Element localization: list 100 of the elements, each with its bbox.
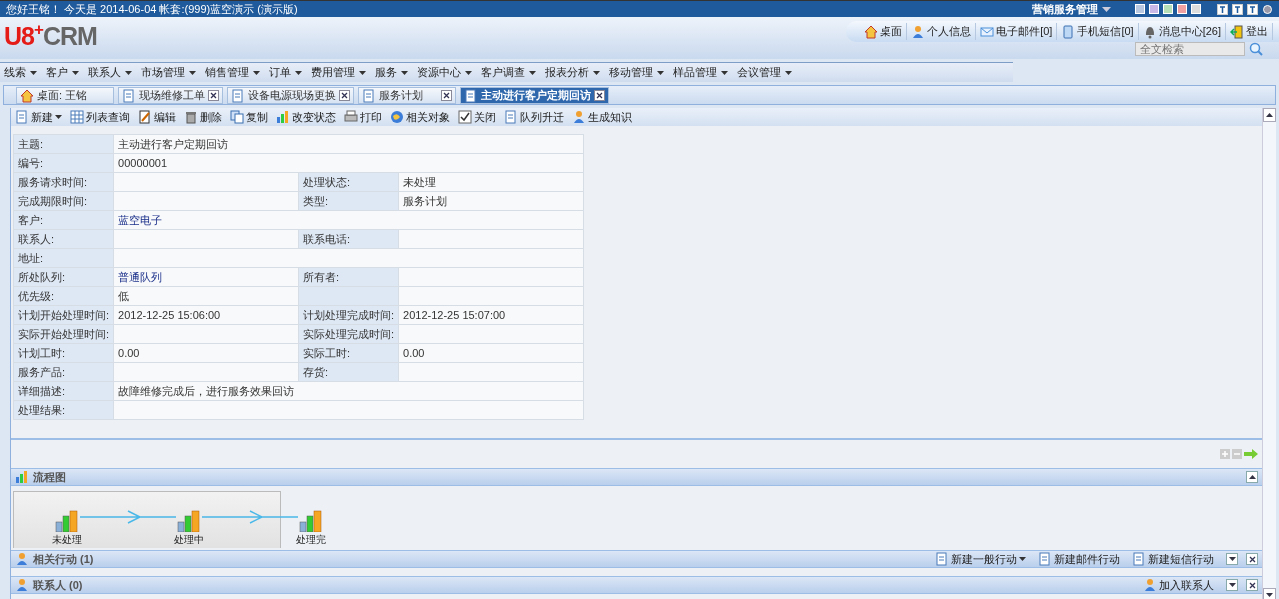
close-icon — [596, 92, 603, 99]
scrollbar[interactable] — [1262, 108, 1276, 599]
tab[interactable]: 服务计划 — [358, 87, 456, 104]
toolbar-button[interactable]: 复制 — [230, 108, 268, 126]
caret-icon — [529, 70, 536, 75]
menu-item[interactable]: 客户调查 — [481, 64, 536, 81]
caret-icon — [359, 70, 366, 75]
close-button[interactable] — [208, 90, 219, 101]
grid-icon — [70, 110, 84, 124]
menu-item[interactable]: 联系人 — [88, 64, 132, 81]
phone-icon — [1061, 24, 1076, 39]
arrow-icon — [1244, 449, 1258, 459]
menu-item[interactable]: 线索 — [4, 64, 37, 81]
theme-swatch[interactable] — [1135, 4, 1145, 14]
close-button[interactable] — [339, 90, 350, 101]
theme-swatch[interactable] — [1163, 4, 1173, 14]
action-button[interactable]: 加入联系人 — [1143, 576, 1214, 594]
tab[interactable]: 设备电源现场更换 — [227, 87, 354, 104]
expand-button[interactable] — [1226, 553, 1238, 565]
theme-swatch[interactable] — [1149, 4, 1159, 14]
menu-item[interactable]: 订单 — [269, 64, 302, 81]
menu-item[interactable]: 会议管理 — [737, 64, 792, 81]
field-value[interactable]: 蓝空电子 — [113, 210, 584, 230]
person-icon — [1143, 578, 1157, 592]
collapse-button[interactable] — [1246, 471, 1258, 483]
header-link[interactable]: 登出 — [1226, 23, 1273, 40]
field-value: 2012-12-25 15:06:00 — [113, 305, 299, 325]
tab[interactable]: 桌面: 王铭 — [16, 87, 114, 104]
header-link[interactable]: 电子邮件[0] — [976, 23, 1058, 40]
header-link[interactable]: 手机短信[0] — [1057, 23, 1139, 40]
close-icon — [1248, 581, 1256, 589]
section-header: 流程图 — [11, 468, 1262, 486]
scroll-up-icon — [1266, 113, 1273, 117]
document-icon — [1038, 552, 1052, 566]
header-link[interactable]: 个人信息 — [907, 23, 977, 40]
menu-item[interactable]: 样品管理 — [673, 64, 728, 81]
menu-item[interactable]: 市场管理 — [141, 64, 196, 81]
toolbar-button[interactable]: 打印 — [344, 108, 382, 126]
menu-item[interactable]: 客户 — [46, 64, 79, 81]
toolbar-button[interactable]: 生成知识 — [572, 108, 632, 126]
module-selector[interactable]: 营销服务管理 — [1032, 0, 1111, 18]
expand-button[interactable] — [1226, 579, 1238, 591]
field-value: 故障维修完成后，进行服务效果回访 — [113, 381, 584, 401]
action-button[interactable]: 新建邮件行动 — [1038, 550, 1120, 568]
caret-icon — [125, 70, 132, 75]
action-button[interactable]: 新建短信行动 — [1132, 550, 1214, 568]
toolbar-button[interactable]: 列表查询 — [70, 108, 130, 126]
bar-chart-icon — [177, 510, 201, 532]
document-icon — [362, 88, 376, 103]
copy-icon — [230, 110, 244, 124]
close-icon — [443, 92, 450, 99]
field-value: 00000001 — [113, 153, 584, 173]
header-link[interactable]: 消息中心[26] — [1138, 23, 1226, 40]
field-value: 主动进行客户定期回访 — [113, 134, 584, 154]
plus-icon — [1220, 449, 1230, 459]
toolbar-button[interactable]: 新建 — [15, 108, 62, 126]
toolbar-button[interactable]: 编辑 — [138, 108, 176, 126]
toolbar-button[interactable]: 队列升迁 — [504, 108, 564, 126]
theme-swatch[interactable] — [1191, 4, 1201, 14]
caret-icon — [1102, 6, 1111, 12]
document-icon — [1132, 552, 1146, 566]
menu-item[interactable]: 费用管理 — [311, 64, 366, 81]
field-value: 0.00 — [113, 343, 299, 363]
document-icon — [464, 88, 478, 103]
document-icon — [231, 88, 245, 103]
tab[interactable]: 主动进行客户定期回访 — [460, 87, 609, 104]
globe-icon — [390, 110, 404, 124]
printer-icon — [344, 110, 358, 124]
search-field[interactable]: 全文检索 — [1135, 42, 1245, 56]
tab[interactable]: 现场维修工单 — [118, 87, 223, 104]
toolbar-button[interactable]: 删除 — [184, 108, 222, 126]
greeting-text: 您好王铭！ 今天是 2014-06-04 帐套:(999)蓝空演示 (演示版) — [6, 1, 298, 17]
caret-icon — [295, 70, 302, 75]
person-icon — [15, 552, 29, 566]
close-button[interactable] — [441, 90, 452, 101]
toolbar-button[interactable]: 关闭 — [458, 108, 496, 126]
menu-item[interactable]: 移动管理 — [609, 64, 664, 81]
toolbar-button[interactable]: 改变状态 — [276, 108, 336, 126]
menu-item[interactable]: 销售管理 — [205, 64, 260, 81]
section-header: 相关行动 (1) 新建一般行动 新建邮件行动 新建短信行动 — [11, 550, 1262, 568]
header-link[interactable]: 桌面 — [860, 23, 908, 40]
person-icon — [911, 24, 926, 39]
caret-icon — [657, 70, 664, 75]
toolbar-button[interactable]: 相关对象 — [390, 108, 450, 126]
action-button[interactable]: 新建一般行动 — [935, 550, 1026, 568]
close-button[interactable] — [1246, 579, 1258, 591]
close-button[interactable] — [594, 90, 605, 101]
theme-swatch[interactable] — [1177, 4, 1187, 14]
menu-item[interactable]: 报表分析 — [545, 64, 600, 81]
field-value: 低 — [113, 286, 299, 306]
menu-item[interactable]: 服务 — [375, 64, 408, 81]
menu-item[interactable]: 资源中心 — [417, 64, 472, 81]
door-icon — [1230, 24, 1244, 39]
caret-icon — [785, 70, 792, 75]
envelope-icon — [980, 24, 995, 39]
collapse-icon — [1248, 475, 1256, 479]
field-value[interactable]: 普通队列 — [113, 267, 299, 287]
caret-icon — [253, 70, 260, 75]
field-value: 2012-12-25 15:07:00 — [398, 305, 584, 325]
close-button[interactable] — [1246, 553, 1258, 565]
